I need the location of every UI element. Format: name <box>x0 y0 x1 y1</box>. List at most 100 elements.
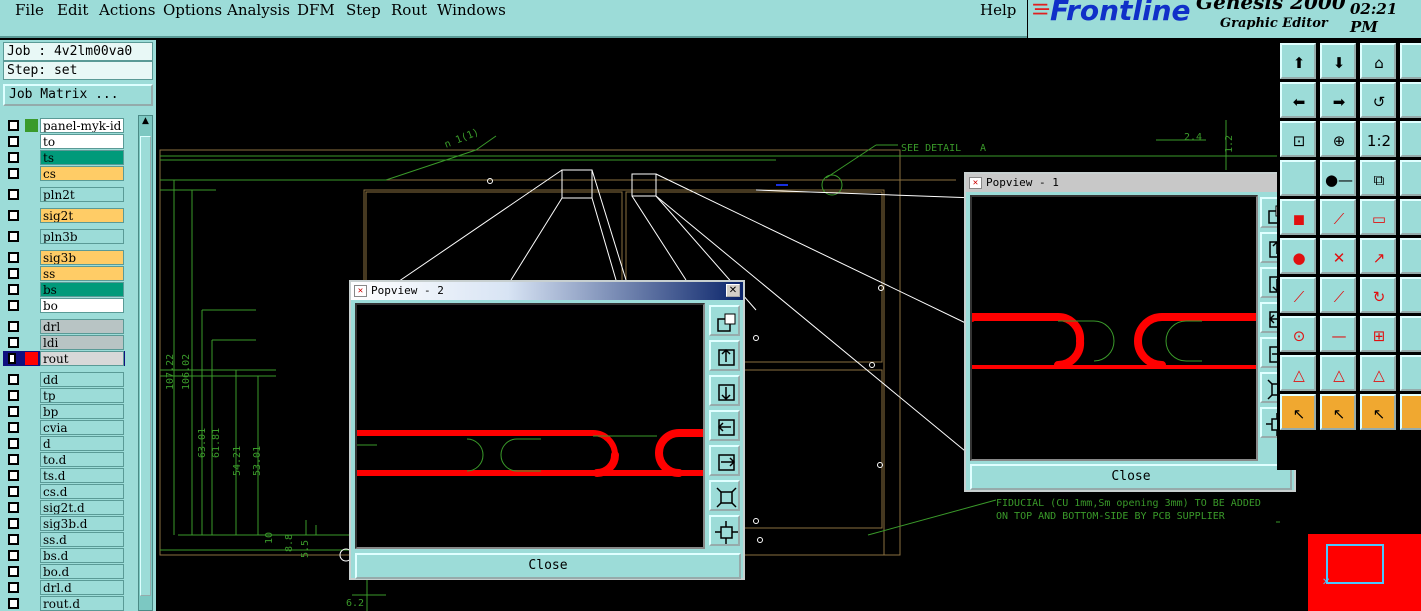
layer-row[interactable]: ts <box>3 150 125 165</box>
close-icon[interactable]: ✕ <box>726 284 740 297</box>
layer-checkbox[interactable] <box>8 284 19 295</box>
layer-name[interactable]: panel-myk-id <box>40 118 124 133</box>
menu-dfm[interactable]: DFM <box>297 1 335 19</box>
zoom-center-icon[interactable]: ⊕ <box>1320 121 1356 157</box>
layer-checkbox[interactable] <box>8 438 19 449</box>
layer-row[interactable]: bs.d <box>3 548 125 563</box>
layer-name[interactable]: bs.d <box>40 548 124 563</box>
layer-name[interactable]: ss <box>40 266 124 281</box>
point-icon[interactable]: ⊙ <box>1280 316 1316 352</box>
menu-actions[interactable]: Actions <box>99 1 155 19</box>
menu-help[interactable]: Help <box>980 1 1016 19</box>
layer-name[interactable]: sig3b.d <box>40 516 124 531</box>
scroll-thumb[interactable] <box>140 136 151 596</box>
layer-name[interactable]: ldi <box>40 335 124 350</box>
pan-down-icon[interactable] <box>709 375 740 406</box>
more-icon[interactable] <box>1400 277 1421 313</box>
scroll-up-icon[interactable]: ▲ <box>139 116 152 130</box>
more-icon[interactable] <box>1400 43 1421 79</box>
layer-checkbox[interactable] <box>8 550 19 561</box>
layer-checkbox[interactable] <box>8 337 19 348</box>
layer-row[interactable]: pln3b <box>3 229 125 244</box>
layer-name[interactable]: bo <box>40 298 124 313</box>
layer-name[interactable]: ts <box>40 150 124 165</box>
layer-scrollbar[interactable]: ▲ <box>138 115 153 611</box>
menu-file[interactable]: File <box>15 1 44 19</box>
layer-row[interactable]: ss <box>3 266 125 281</box>
popview-2-view[interactable] <box>355 303 705 549</box>
layer-name[interactable]: tp <box>40 388 124 403</box>
layer-row[interactable]: bs <box>3 282 125 297</box>
layer-name[interactable]: sig3b <box>40 250 124 265</box>
more-icon[interactable] <box>1400 355 1421 391</box>
triangle-icon[interactable]: △ <box>1280 355 1316 391</box>
layer-checkbox[interactable] <box>8 502 19 513</box>
layer-checkbox[interactable] <box>8 470 19 481</box>
draw-icon[interactable]: ⟋ <box>1320 277 1356 313</box>
layer-name[interactable]: to <box>40 134 124 149</box>
popview-2-titlebar[interactable]: ✕ Popview - 2 <box>351 282 743 300</box>
black-shape-icon[interactable]: ◼ <box>1280 199 1316 235</box>
measure-icon[interactable]: ↗ <box>1360 238 1396 274</box>
layer-row[interactable]: bp <box>3 404 125 419</box>
more-icon[interactable] <box>1400 82 1421 118</box>
popview-1-view[interactable] <box>970 195 1258 461</box>
layer-row[interactable]: to <box>3 134 125 149</box>
menu-step[interactable]: Step <box>346 1 381 19</box>
layer-row[interactable]: sig2t.d <box>3 500 125 515</box>
layer-checkbox[interactable] <box>8 210 19 221</box>
layer-checkbox[interactable] <box>8 353 16 364</box>
layer-name[interactable]: bo.d <box>40 564 124 579</box>
popview-2-close-button[interactable]: Close <box>355 553 741 579</box>
layer-name[interactable]: drl <box>40 319 124 334</box>
menu-analysis[interactable]: Analysis <box>227 1 290 19</box>
layer-name[interactable]: cs <box>40 166 124 181</box>
more-icon[interactable] <box>1400 199 1421 235</box>
zoom-fit-icon[interactable] <box>709 480 740 511</box>
layer-checkbox[interactable] <box>8 321 19 332</box>
menu-rout[interactable]: Rout <box>391 1 427 19</box>
triangle-edit-icon[interactable]: △ <box>1320 355 1356 391</box>
line-icon[interactable]: ⟋ <box>1280 277 1316 313</box>
popview-1-close-button[interactable]: Close <box>970 464 1292 490</box>
layer-row[interactable]: d <box>3 436 125 451</box>
layer-checkbox[interactable] <box>8 454 19 465</box>
menu-options[interactable]: Options <box>163 1 222 19</box>
layer-name[interactable]: pln3b <box>40 229 124 244</box>
layer-row[interactable]: ldi <box>3 335 125 350</box>
layer-row[interactable]: bo.d <box>3 564 125 579</box>
edge-icon[interactable]: — <box>1320 316 1356 352</box>
more-icon[interactable] <box>1400 160 1421 196</box>
layer-checkbox[interactable] <box>8 136 19 147</box>
rotate-icon[interactable]: ↻ <box>1360 277 1396 313</box>
move-down-icon[interactable]: ⬇ <box>1320 43 1356 79</box>
layer-name[interactable]: rout <box>40 351 124 366</box>
layer-row[interactable]: cvia <box>3 420 125 435</box>
layer-name[interactable]: rout.d <box>40 596 124 611</box>
layer-checkbox[interactable] <box>8 300 19 311</box>
layer-name[interactable]: bs <box>40 282 124 297</box>
layer-checkbox[interactable] <box>8 534 19 545</box>
layer-row[interactable]: sig3b <box>3 250 125 265</box>
job-matrix-button[interactable]: Job Matrix ... <box>3 84 153 106</box>
ruler-icon[interactable]: ▭ <box>1360 199 1396 235</box>
pan-right-icon[interactable] <box>709 445 740 476</box>
pointer-snap-icon[interactable]: ↖ <box>1360 394 1396 430</box>
layer-checkbox[interactable] <box>8 374 19 385</box>
layer-checkbox[interactable] <box>8 268 19 279</box>
layer-checkbox[interactable] <box>8 566 19 577</box>
more-icon[interactable] <box>1400 121 1421 157</box>
menu-windows[interactable]: Windows <box>437 1 506 19</box>
layer-row[interactable]: tp <box>3 388 125 403</box>
layer-name[interactable]: drl.d <box>40 580 124 595</box>
layer-name[interactable]: sig2t.d <box>40 500 124 515</box>
layer-row[interactable]: sig2t <box>3 208 125 223</box>
fit-screen-icon[interactable]: ⊡ <box>1280 121 1316 157</box>
layer-name[interactable]: bp <box>40 404 124 419</box>
layer-row[interactable]: ss.d <box>3 532 125 547</box>
layer-checkbox[interactable] <box>8 582 19 593</box>
move-up-icon[interactable]: ⬆ <box>1280 43 1316 79</box>
layer-row[interactable]: dd <box>3 372 125 387</box>
layer-row[interactable]: pln2t <box>3 187 125 202</box>
overview-map[interactable]: ✕ <box>1308 534 1421 611</box>
